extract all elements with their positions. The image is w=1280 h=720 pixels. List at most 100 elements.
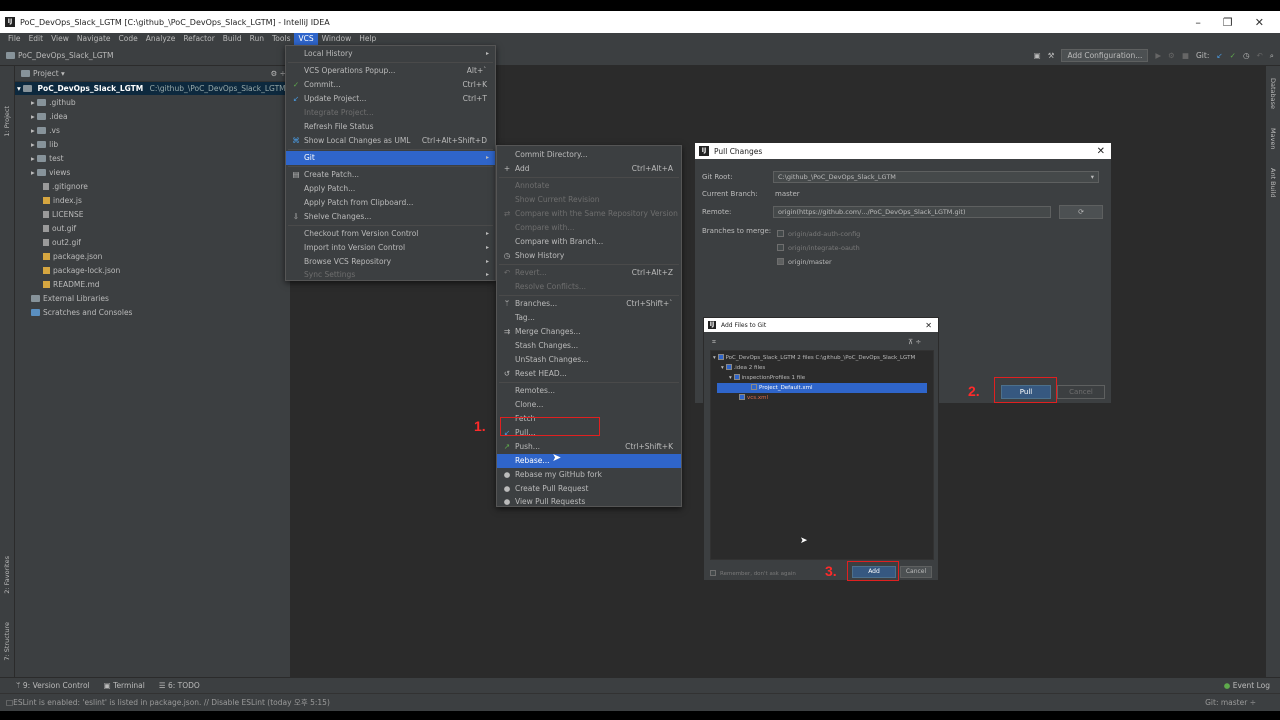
add-tree-vcs-xml[interactable]: vcs.xml bbox=[739, 393, 768, 403]
expand-collapse-icon[interactable]: ⊼ ÷ bbox=[908, 338, 921, 346]
git-compare-same-repo[interactable]: ⇄ Compare with the Same Repository Versio… bbox=[497, 207, 681, 221]
minimize-icon[interactable]: – bbox=[1195, 16, 1201, 29]
add-configuration-button[interactable]: Add Configuration... bbox=[1061, 49, 1149, 62]
debug-icon[interactable]: ⚙ bbox=[1168, 51, 1175, 60]
git-update-icon[interactable]: ↙ bbox=[1216, 51, 1222, 60]
tree-item-packagejson[interactable]: package.json bbox=[43, 250, 102, 263]
git-branch-widget[interactable]: Git: master ÷ bbox=[1205, 698, 1256, 707]
git-branches[interactable]: ᛘ Branches... Ctrl+Shift+` bbox=[497, 297, 681, 311]
close-icon[interactable]: ✕ bbox=[1097, 146, 1111, 157]
vcs-show-uml[interactable]: ⌘ Show Local Changes as UML Ctrl+Alt+Shift… bbox=[286, 134, 495, 148]
rollback-icon[interactable]: ↶ bbox=[1257, 51, 1263, 60]
add-tree-project-default[interactable]: Project_Default.xml bbox=[717, 383, 927, 393]
menu-navigate[interactable]: Navigate bbox=[73, 33, 115, 45]
git-resolve-conflicts[interactable]: Resolve Conflicts... bbox=[497, 280, 681, 294]
todo-tab[interactable]: ☰ 6: TODO bbox=[159, 681, 200, 690]
vcs-checkout[interactable]: Checkout from Version Control ▸ bbox=[286, 227, 495, 241]
git-compare-with[interactable]: Compare with... bbox=[497, 221, 681, 235]
tree-item-idea[interactable]: ▸ .idea bbox=[31, 110, 68, 123]
tree-root[interactable]: ▾ PoC_DevOps_Slack_LGTM C:\github_\PoC_D… bbox=[15, 82, 290, 95]
structure-tool-tab[interactable]: 7: Structure bbox=[3, 622, 11, 661]
close-icon[interactable]: ✕ bbox=[1255, 16, 1264, 29]
hammer-icon[interactable]: ⚒ bbox=[1048, 51, 1055, 60]
git-root-select[interactable]: C:\github_\PoC_DevOps_Slack_LGTM ▾ bbox=[773, 171, 1099, 183]
vcs-git-submenu[interactable]: Git ▸ bbox=[286, 151, 495, 165]
event-log-button[interactable]: ● Event Log bbox=[1224, 681, 1270, 690]
status-message[interactable]: ESLint is enabled: 'eslint' is listed in… bbox=[13, 697, 330, 708]
settings-gear-icon[interactable]: ⚙ ÷ bbox=[271, 69, 286, 78]
refresh-remotes-button[interactable]: ⟳ bbox=[1059, 205, 1103, 219]
remote-select[interactable]: origin(https://github.com/.../PoC_DevOps… bbox=[773, 206, 1051, 218]
vcs-operations-popup[interactable]: VCS Operations Popup... Alt+` bbox=[286, 64, 495, 78]
menu-refactor[interactable]: Refactor bbox=[179, 33, 218, 45]
git-show-history[interactable]: ◷ Show History bbox=[497, 249, 681, 263]
run-icon[interactable]: ▶ bbox=[1155, 51, 1161, 60]
vcs-refresh-status[interactable]: Refresh File Status bbox=[286, 120, 495, 134]
git-show-current-revision[interactable]: Show Current Revision bbox=[497, 193, 681, 207]
tree-item-external-libraries[interactable]: External Libraries bbox=[31, 292, 109, 305]
git-merge-changes[interactable]: ⇉ Merge Changes... bbox=[497, 325, 681, 339]
database-tool-tab[interactable]: Database bbox=[1269, 78, 1277, 109]
tree-item-github[interactable]: ▸ .github bbox=[31, 96, 76, 109]
git-commit-directory[interactable]: Commit Directory... bbox=[497, 148, 681, 162]
git-view-prs[interactable]: ● View Pull Requests bbox=[497, 495, 681, 509]
tree-item-readme[interactable]: README.md bbox=[43, 278, 100, 291]
vcs-commit[interactable]: ✓ Commit... Ctrl+K bbox=[286, 78, 495, 92]
git-rebase[interactable]: Rebase... bbox=[497, 454, 681, 468]
vcs-integrate-project[interactable]: Integrate Project... bbox=[286, 106, 495, 120]
menu-window[interactable]: Window bbox=[318, 33, 356, 45]
menu-code[interactable]: Code bbox=[115, 33, 142, 45]
tree-item-test[interactable]: ▸ test bbox=[31, 152, 64, 165]
vcs-import[interactable]: Import into Version Control ▸ bbox=[286, 241, 495, 255]
vcs-sync-settings[interactable]: Sync Settings ▸ bbox=[286, 268, 495, 282]
git-rebase-fork[interactable]: ● Rebase my GitHub fork bbox=[497, 468, 681, 482]
tree-options-icon[interactable]: ⌗ bbox=[712, 338, 716, 347]
search-icon[interactable]: ⌕ bbox=[1270, 51, 1274, 61]
vcs-browse-repo[interactable]: Browse VCS Repository ▸ bbox=[286, 255, 495, 269]
tree-item-packagelock[interactable]: package-lock.json bbox=[43, 264, 120, 277]
branch-checkbox-2[interactable]: origin/integrate-oauth bbox=[777, 244, 860, 252]
favorites-tool-tab[interactable]: 2: Favorites bbox=[3, 556, 11, 594]
git-reset-head[interactable]: ↺ Reset HEAD... bbox=[497, 367, 681, 381]
add-tree-root[interactable]: ▾ PoC_DevOps_Slack_LGTM 2 files C:\githu… bbox=[713, 353, 915, 363]
ant-build-tool-tab[interactable]: Ant Build bbox=[1269, 168, 1277, 198]
git-annotate[interactable]: Annotate bbox=[497, 179, 681, 193]
menu-file[interactable]: File bbox=[4, 33, 25, 45]
pull-cancel-button[interactable]: Cancel bbox=[1057, 385, 1105, 399]
tree-item-views[interactable]: ▸ views bbox=[31, 166, 70, 179]
git-tag[interactable]: Tag... bbox=[497, 311, 681, 325]
vcs-local-history[interactable]: Local History ▸ bbox=[286, 47, 495, 61]
menu-view[interactable]: View bbox=[47, 33, 73, 45]
menu-build[interactable]: Build bbox=[219, 33, 246, 45]
tree-item-vs[interactable]: ▸ .vs bbox=[31, 124, 60, 137]
add-cancel-button[interactable]: Cancel bbox=[900, 566, 932, 578]
vcs-apply-patch-clipboard[interactable]: Apply Patch from Clipboard... bbox=[286, 196, 495, 210]
menu-run[interactable]: Run bbox=[246, 33, 268, 45]
tree-item-indexjs[interactable]: index.js bbox=[43, 194, 82, 207]
git-clone[interactable]: Clone... bbox=[497, 398, 681, 412]
tree-item-lib[interactable]: ▸ lib bbox=[31, 138, 58, 151]
project-tool-tab[interactable]: 1: Project bbox=[3, 106, 11, 137]
menu-analyze[interactable]: Analyze bbox=[142, 33, 180, 45]
branch-checkbox-master[interactable]: origin/master bbox=[777, 258, 832, 266]
git-create-pr[interactable]: ● Create Pull Request bbox=[497, 482, 681, 496]
menu-tools[interactable]: Tools bbox=[268, 33, 294, 45]
vcs-update-project[interactable]: ↙ Update Project... Ctrl+T bbox=[286, 92, 495, 106]
git-push[interactable]: ↗ Push... Ctrl+Shift+K bbox=[497, 440, 681, 454]
tree-item-scratches[interactable]: Scratches and Consoles bbox=[31, 306, 132, 319]
close-icon[interactable]: ✕ bbox=[925, 321, 938, 330]
branch-checkbox-1[interactable]: origin/add-auth-config bbox=[777, 230, 860, 238]
tree-item-gitignore[interactable]: .gitignore bbox=[43, 180, 88, 193]
version-control-tab[interactable]: ᛘ 9: Version Control bbox=[16, 681, 90, 690]
menu-edit[interactable]: Edit bbox=[25, 33, 48, 45]
vcs-shelve-changes[interactable]: ⇩ Shelve Changes... bbox=[286, 210, 495, 224]
add-tree-inspection[interactable]: ▾ inspectionProfiles 1 file bbox=[729, 373, 805, 383]
add-tree-idea[interactable]: ▾ .idea 2 files bbox=[721, 363, 765, 373]
nav-project-name[interactable]: PoC_DevOps_Slack_LGTM bbox=[18, 51, 113, 60]
git-revert[interactable]: ↶ Revert... Ctrl+Alt+Z bbox=[497, 266, 681, 280]
tree-item-out2gif[interactable]: out2.gif bbox=[43, 236, 81, 249]
maven-tool-tab[interactable]: Maven bbox=[1269, 128, 1277, 150]
remember-checkbox[interactable]: Remember, don't ask again bbox=[710, 570, 796, 577]
git-unstash-changes[interactable]: UnStash Changes... bbox=[497, 353, 681, 367]
vcs-create-patch[interactable]: ▤ Create Patch... bbox=[286, 168, 495, 182]
